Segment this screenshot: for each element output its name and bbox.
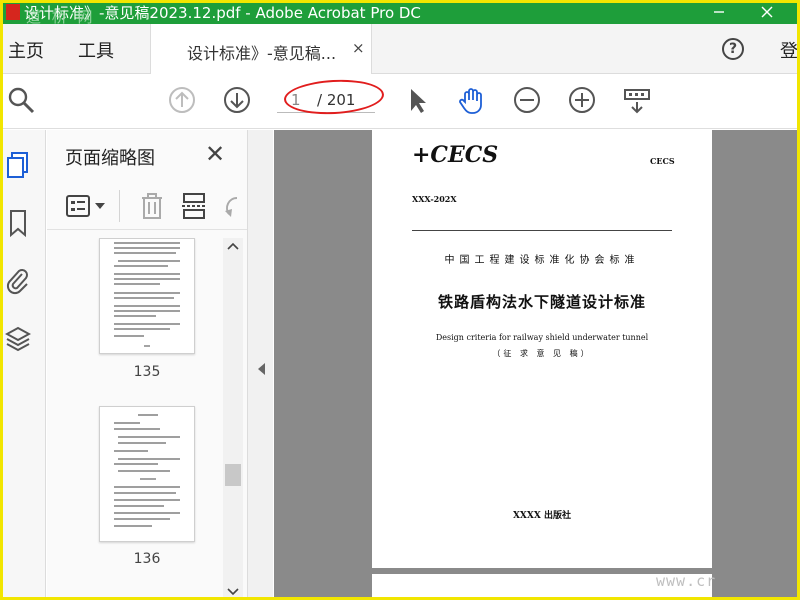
- bookmark-icon[interactable]: [5, 208, 31, 238]
- document-tab-label: 设计标准》-意见稿...: [187, 44, 337, 63]
- tab-row: 主页 工具 设计标准》-意见稿... × ? 登: [0, 24, 800, 74]
- tab-tools[interactable]: 工具: [78, 37, 114, 63]
- page-up-icon[interactable]: [167, 85, 197, 115]
- minimize-icon: [714, 11, 724, 13]
- pdf-page: +CECS CECS XXX-202X 中国工程建设标准化协会标准 铁路盾构法水…: [372, 130, 712, 568]
- thumbnail-options-icon[interactable]: [65, 194, 109, 218]
- thumbnail-page-number: 135: [133, 364, 161, 380]
- rotate-icon[interactable]: [221, 194, 239, 220]
- panel-title: 页面缩略图: [65, 148, 155, 169]
- login-button[interactable]: 登: [780, 37, 798, 63]
- document-title-cn: 铁路盾构法水下隧道设计标准: [437, 293, 646, 311]
- page-display-icon[interactable]: [622, 85, 652, 115]
- page-thumbnails-icon[interactable]: [5, 150, 31, 180]
- help-button[interactable]: ?: [722, 38, 744, 60]
- thumbnail-list: 135 136: [47, 238, 222, 600]
- cecs-label: CECS: [650, 156, 675, 166]
- left-icon-rail: [0, 130, 46, 600]
- thumbnail-page-content: [114, 414, 180, 527]
- tab-home[interactable]: 主页: [8, 37, 44, 63]
- title-bar: 设计标准》-意见稿2023.12.pdf - Adobe Acrobat Pro…: [0, 0, 800, 26]
- document-view[interactable]: +CECS CECS XXX-202X 中国工程建设标准化协会标准 铁路盾构法水…: [274, 130, 800, 600]
- collapse-arrow-icon[interactable]: [258, 363, 265, 375]
- toolbar: 1 / 201: [0, 75, 800, 129]
- draft-label: （征 求 意 见 稿）: [492, 349, 592, 358]
- thumbnail-page-content: [114, 242, 180, 347]
- select-cursor-icon[interactable]: [402, 85, 432, 115]
- cecs-logo: +CECS: [412, 142, 499, 168]
- publisher: XXXX 出版社: [512, 511, 572, 521]
- panel-toolbar: [47, 182, 247, 230]
- thumbnail-scrollbar[interactable]: [223, 238, 243, 600]
- scroll-up-icon[interactable]: [227, 242, 239, 250]
- thumbnail-page-135[interactable]: [99, 238, 195, 354]
- thumbnail-page-136[interactable]: [99, 406, 195, 542]
- minimize-button[interactable]: [704, 0, 734, 24]
- document-title-en: Design criteria for railway shield under…: [435, 333, 649, 342]
- close-icon: [761, 6, 773, 18]
- thumbnail-panel: 页面缩略图 ✕ 135 136: [47, 130, 247, 600]
- search-icon[interactable]: [6, 85, 36, 115]
- insert-page-icon[interactable]: [181, 192, 207, 220]
- panel-collapse-bar[interactable]: [247, 130, 273, 600]
- thumbnail-page-number: 136: [133, 551, 161, 567]
- watermark-url: www.cr: [656, 572, 717, 590]
- zoom-in-icon[interactable]: [567, 85, 597, 115]
- panel-close-button[interactable]: ✕: [205, 140, 225, 168]
- association-name: 中国工程建设标准化协会标准: [444, 255, 640, 266]
- standard-code: XXX-202X: [412, 194, 457, 204]
- zoom-out-icon[interactable]: [512, 85, 542, 115]
- document-tab-close-button[interactable]: ×: [352, 39, 365, 57]
- acrobat-icon: [6, 4, 20, 20]
- layers-icon[interactable]: [5, 324, 31, 354]
- tab-document[interactable]: 设计标准》-意见稿... ×: [150, 24, 372, 74]
- hand-tool-icon[interactable]: [457, 85, 487, 115]
- close-window-button[interactable]: [752, 0, 782, 24]
- delete-icon[interactable]: [139, 192, 165, 220]
- page-down-icon[interactable]: [222, 85, 252, 115]
- divider-line: [412, 230, 672, 231]
- attachment-icon[interactable]: [5, 266, 31, 296]
- scrollbar-thumb[interactable]: [225, 464, 241, 486]
- scroll-down-icon[interactable]: [227, 588, 239, 596]
